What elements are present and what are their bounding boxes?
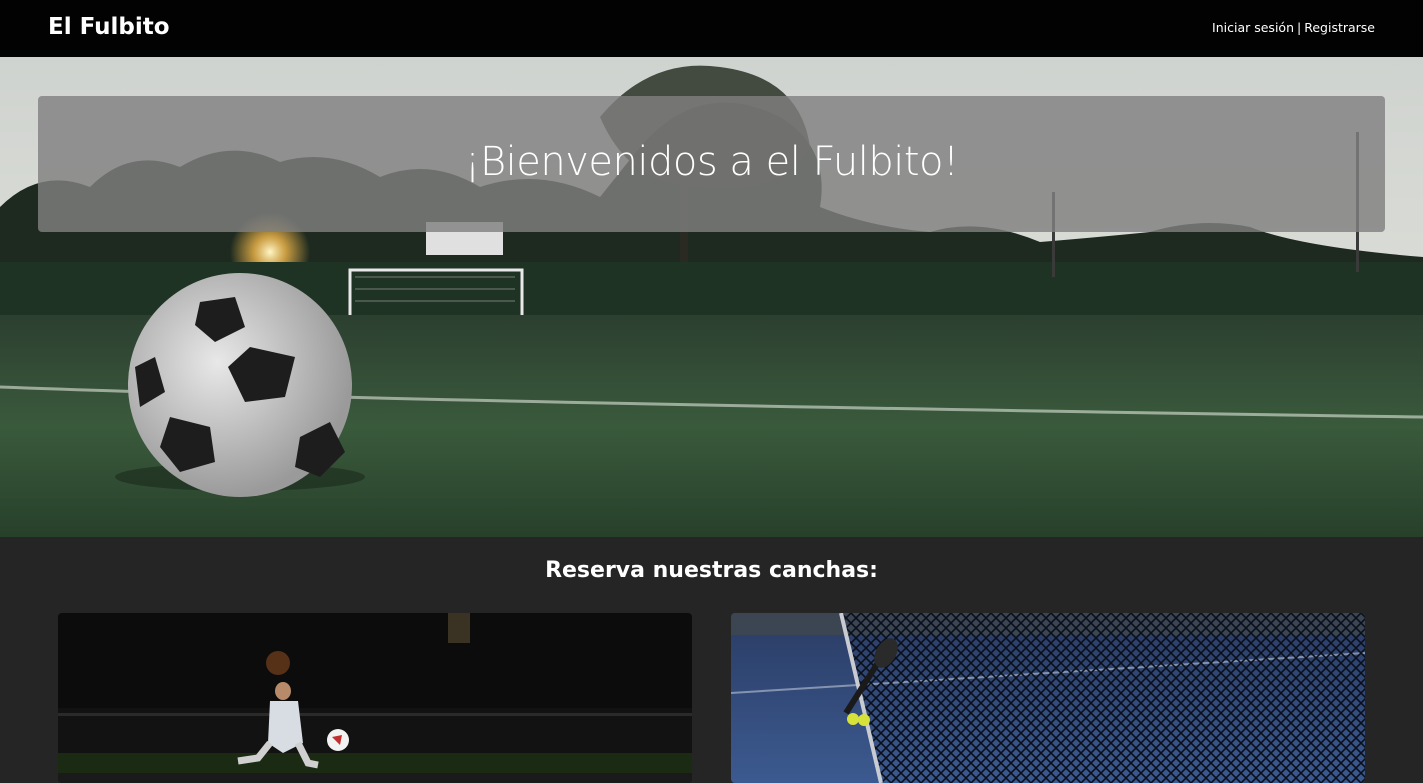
court-card-padel[interactable] <box>731 613 1365 783</box>
welcome-title: ¡Bienvenidos a el Fulbito! <box>464 139 959 185</box>
court-image-soccer <box>58 613 692 783</box>
auth-separator: | <box>1297 20 1302 35</box>
welcome-overlay: ¡Bienvenidos a el Fulbito! <box>38 96 1385 232</box>
court-image-padel <box>731 613 1365 783</box>
hero-banner: ¡Bienvenidos a el Fulbito! <box>0 57 1423 537</box>
navbar: El Fulbito Iniciar sesión | Registrarse <box>0 0 1423 57</box>
register-link[interactable]: Registrarse <box>1304 20 1375 35</box>
brand-logo[interactable]: El Fulbito <box>48 14 170 40</box>
court-card-soccer[interactable] <box>58 613 692 783</box>
courts-section-title: Reserva nuestras canchas: <box>545 558 878 583</box>
auth-links: Iniciar sesión | Registrarse <box>1212 20 1375 35</box>
login-link[interactable]: Iniciar sesión <box>1212 20 1294 35</box>
